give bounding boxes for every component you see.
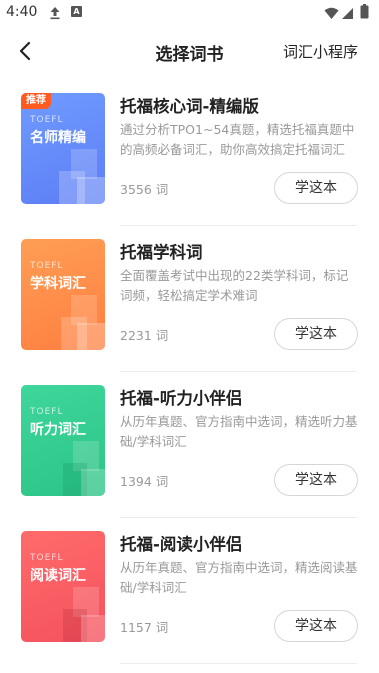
book-cover: TOEFL 听力词汇 <box>21 385 105 496</box>
status-time: 4:40 <box>6 4 38 20</box>
vocab-mini-program-link[interactable]: 词汇小程序 <box>283 41 358 62</box>
book-title: 托福学科词 <box>120 243 203 262</box>
upload-icon <box>48 5 62 24</box>
book-description: 全面覆盖考试中出现的22类学科词，标记词频，轻松搞定学术难词 <box>120 268 349 303</box>
cover-name: 听力词汇 <box>30 422 86 438</box>
cover-decoration <box>81 615 105 642</box>
book-cover: TOEFL 学科词汇 <box>21 239 105 350</box>
learn-this-book-button[interactable]: 学这本 <box>274 172 358 204</box>
cover-label: TOEFL <box>30 115 64 125</box>
cover-decoration <box>81 469 105 496</box>
cover-decoration <box>77 323 105 350</box>
book-item[interactable]: TOEFL 听力词汇 托福-听力小伴侣 从历年真题、官方指南中选词，精选听力基础… <box>0 372 379 518</box>
book-item[interactable]: TOEFL 阅读词汇 托福-阅读小伴侣 从历年真题、官方指南中选词，精选阅读基础… <box>0 518 379 664</box>
chevron-left-icon <box>19 41 31 61</box>
status-bar: 4:40 A <box>0 0 379 26</box>
back-button[interactable] <box>14 37 38 65</box>
signal-icon <box>340 5 354 24</box>
cover-label: TOEFL <box>30 407 64 417</box>
book-description: 从历年真题、官方指南中选词，精选阅读基础/学科词汇 <box>120 560 358 595</box>
book-list: 推荐 TOEFL 名师精编 托福核心词-精编版 通过分析TPO1~54真题，精选… <box>0 80 379 664</box>
book-cover: 推荐 TOEFL 名师精编 <box>21 93 105 204</box>
book-item[interactable]: TOEFL 学科词汇 托福学科词 全面覆盖考试中出现的22类学科词，标记词频，轻… <box>0 226 379 372</box>
cover-label: TOEFL <box>30 261 64 271</box>
book-description: 通过分析TPO1~54真题，精选托福真题中的高频必备词汇，助你高效搞定托福词汇 <box>120 122 355 157</box>
cover-label: TOEFL <box>30 553 64 563</box>
word-count: 1157 词 <box>120 620 169 635</box>
navigation-bar: 选择词书 词汇小程序 <box>0 34 379 68</box>
word-count: 1394 词 <box>120 474 169 489</box>
book-title: 托福-听力小伴侣 <box>120 389 243 408</box>
divider <box>120 663 357 664</box>
book-title: 托福-阅读小伴侣 <box>120 535 243 554</box>
cover-name: 阅读词汇 <box>30 568 86 584</box>
book-cover: TOEFL 阅读词汇 <box>21 531 105 642</box>
word-count: 2231 词 <box>120 328 169 343</box>
learn-this-book-button[interactable]: 学这本 <box>274 464 358 496</box>
battery-icon <box>360 4 369 23</box>
learn-this-book-button[interactable]: 学这本 <box>274 318 358 350</box>
cover-name: 学科词汇 <box>30 276 86 292</box>
a-notification-icon: A <box>71 6 82 17</box>
wifi-icon <box>324 5 339 24</box>
word-count: 3556 词 <box>120 182 169 197</box>
book-description: 从历年真题、官方指南中选词，精选听力基础/学科词汇 <box>120 414 358 449</box>
recommend-badge: 推荐 <box>21 93 51 109</box>
book-title: 托福核心词-精编版 <box>120 97 259 116</box>
cover-decoration <box>77 177 105 204</box>
book-item[interactable]: 推荐 TOEFL 名师精编 托福核心词-精编版 通过分析TPO1~54真题，精选… <box>0 80 379 226</box>
cover-name: 名师精编 <box>30 130 86 146</box>
learn-this-book-button[interactable]: 学这本 <box>274 610 358 642</box>
